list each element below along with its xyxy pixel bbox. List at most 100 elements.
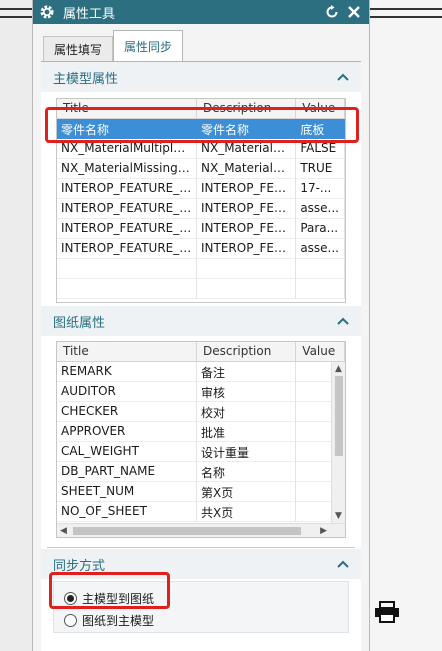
cell-description: INTEROP_FEA... — [197, 219, 297, 239]
cell-title: CAL_WEIGHT — [57, 442, 197, 462]
vertical-scrollbar[interactable]: ▲ ▼ — [331, 362, 345, 523]
table-row[interactable]: AUDITOR 审核 — [57, 382, 345, 402]
master-attrs-table: Title Description Value 零件名称 零件名称 底板 NX_… — [56, 98, 346, 303]
titlebar: 属性工具 — [33, 0, 369, 24]
background-left — [0, 0, 32, 651]
radio-button[interactable] — [64, 592, 77, 605]
table-row[interactable]: INTEROP_FEATURE_A... INTEROP_FEA... Para… — [57, 219, 345, 239]
radio-button[interactable] — [64, 614, 77, 627]
table-row[interactable]: NO_OF_SHEET 共X页 — [57, 502, 345, 522]
cell-description: NX_MaterialM... — [197, 159, 297, 179]
tab-bar: 属性填写 属性同步 — [43, 30, 184, 62]
table-row[interactable]: APPROVER 批准 — [57, 422, 345, 442]
cell-description: INTEROP_FEA... — [197, 199, 297, 219]
chevron-up-icon[interactable] — [337, 72, 349, 82]
cell-title: APPROVER — [57, 422, 197, 442]
scrollbar-thumb[interactable] — [73, 527, 301, 535]
scroll-left-icon[interactable]: ◀ — [60, 526, 67, 536]
drawing-attrs-table: Title Description Value REMARK 备注 AUDITO… — [56, 341, 346, 538]
table-row[interactable]: DB_PART_NAME 名称 — [57, 462, 345, 482]
cell-description: 第X页 — [197, 482, 297, 502]
gear-icon — [40, 5, 54, 19]
table-row[interactable]: CAL_WEIGHT 设计重量 — [57, 442, 345, 462]
radio-label: 图纸到主模型 — [82, 614, 155, 628]
table-row[interactable]: 零件名称 零件名称 底板 — [57, 119, 345, 139]
column-description[interactable]: Description — [197, 342, 297, 361]
cell-value: asse... — [296, 239, 345, 259]
horizontal-scrollbar[interactable]: ◀ ▶ — [57, 523, 345, 537]
drawing-attrs-title: 图纸属性 — [53, 315, 106, 331]
table-row[interactable]: INTEROP_FEATURE_L... INTEROP_FEA... 17-.… — [57, 179, 345, 199]
property-tool-dialog: 属性工具 属性填写 属性同步 主模型属性 Title Description V… — [32, 0, 370, 651]
cell-description: 零件名称 — [197, 119, 297, 139]
table-row[interactable]: CHECKER 校对 — [57, 402, 345, 422]
cell-value: FALSE — [296, 139, 345, 159]
printer-icon[interactable] — [374, 600, 400, 624]
reset-icon — [326, 5, 338, 18]
cell-description: 备注 — [197, 362, 297, 382]
cell-description: 名称 — [197, 462, 297, 482]
tab-fill-properties[interactable]: 属性填写 — [43, 36, 114, 62]
chevron-up-icon[interactable] — [337, 316, 349, 326]
scroll-down-icon[interactable]: ▼ — [335, 511, 342, 521]
background-right — [370, 0, 442, 651]
radio-label: 主模型到图纸 — [82, 592, 155, 606]
divider — [370, 8, 442, 10]
divider — [0, 8, 32, 10]
cell-title: NX_MaterialMissingAssignments — [57, 159, 197, 179]
cell-title: REMARK — [57, 362, 197, 382]
cell-description: NX_MaterialM... — [197, 139, 297, 159]
column-title[interactable]: Title — [57, 99, 197, 118]
cell-value: Para... — [296, 219, 345, 239]
tab-panel-sync: 主模型属性 Title Description Value 零件名称 零件名称 … — [41, 61, 361, 651]
radio-master-to-drawing[interactable]: 主模型到图纸 — [64, 590, 154, 607]
cell-title: 零件名称 — [57, 119, 197, 139]
cell-value: 底板 — [296, 119, 345, 139]
cell-description: 批准 — [197, 422, 297, 442]
drawing-attrs-header[interactable]: 图纸属性 — [41, 306, 361, 336]
table-row[interactable]: INTEROP_FEATURE_P... INTEROP_FEA... asse… — [57, 199, 345, 219]
table-row-empty — [57, 279, 345, 299]
cell-title: INTEROP_FEATURE_P... — [57, 199, 197, 219]
cell-title: SHEET_NUM — [57, 482, 197, 502]
table-row[interactable]: NX_MaterialMissingAssignments NX_Materia… — [57, 159, 345, 179]
cell-value: TRUE — [296, 159, 345, 179]
column-title[interactable]: Title — [57, 342, 197, 361]
scroll-right-icon[interactable]: ▶ — [320, 526, 327, 536]
cell-description: 审核 — [197, 382, 297, 402]
cell-title: INTEROP_FEATURE_ID — [57, 239, 197, 259]
cell-description: INTEROP_FEA... — [197, 179, 297, 199]
master-attrs-header[interactable]: 主模型属性 — [41, 62, 361, 92]
scrollbar-thumb[interactable] — [335, 376, 343, 456]
scroll-up-icon[interactable]: ▲ — [335, 364, 342, 374]
sync-mode-header[interactable]: 同步方式 — [41, 549, 361, 579]
cell-title: AUDITOR — [57, 382, 197, 402]
column-value[interactable]: Value — [296, 342, 345, 361]
tab-sync-properties[interactable]: 属性同步 — [113, 30, 184, 62]
column-value[interactable]: Value — [296, 99, 345, 118]
divider — [47, 547, 355, 548]
table-row[interactable]: NX_MaterialMultipleAssigned NX_MaterialM… — [57, 139, 345, 159]
table-header: Title Description Value — [57, 99, 345, 119]
chevron-up-icon[interactable] — [337, 559, 349, 569]
master-attrs-title: 主模型属性 — [53, 71, 119, 87]
column-description[interactable]: Description — [197, 99, 297, 118]
cell-title: CHECKER — [57, 402, 197, 422]
radio-drawing-to-master[interactable]: 图纸到主模型 — [64, 612, 154, 629]
table-row[interactable]: INTEROP_FEATURE_ID INTEROP_FEA... asse..… — [57, 239, 345, 259]
close-button[interactable] — [345, 3, 363, 21]
reset-button[interactable] — [323, 3, 341, 21]
sync-mode-title: 同步方式 — [53, 558, 106, 574]
table-header: Title Description Value — [57, 342, 345, 362]
cell-description: 设计重量 — [197, 442, 297, 462]
dialog-title: 属性工具 — [63, 6, 116, 22]
cell-value: asse... — [296, 199, 345, 219]
cell-title: INTEROP_FEATURE_A... — [57, 219, 197, 239]
cell-title: DB_PART_NAME — [57, 462, 197, 482]
close-icon — [348, 6, 360, 18]
table-row-empty — [57, 259, 345, 279]
table-row[interactable]: REMARK 备注 — [57, 362, 345, 382]
cell-description: INTEROP_FEA... — [197, 239, 297, 259]
cell-description: 共X页 — [197, 502, 297, 522]
table-row[interactable]: SHEET_NUM 第X页 — [57, 482, 345, 502]
